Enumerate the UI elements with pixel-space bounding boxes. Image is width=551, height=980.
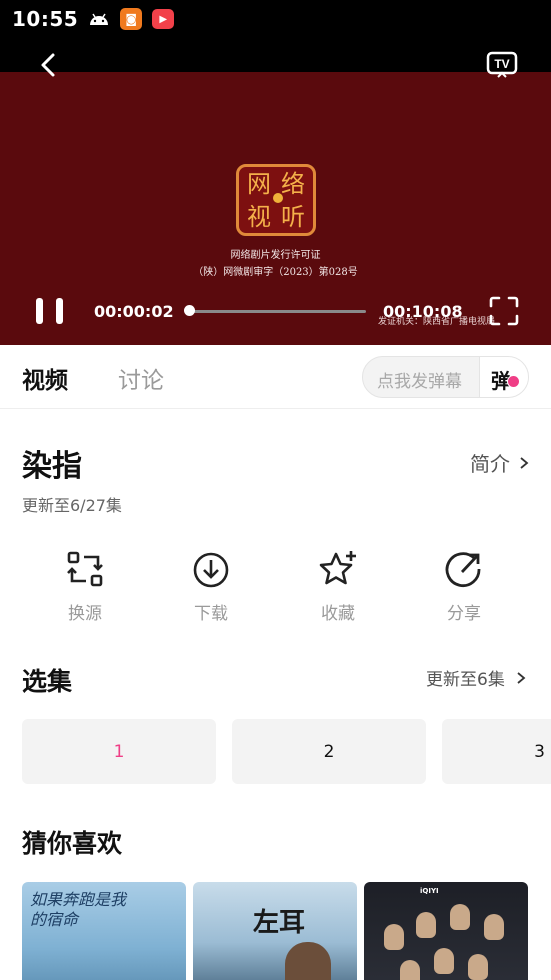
tv-app-icon: ▶ — [152, 9, 175, 29]
recommend-title: 猜你喜欢 — [22, 829, 123, 858]
progress-slider[interactable] — [188, 310, 366, 313]
episode-item[interactable]: 3 — [442, 719, 551, 784]
content-tabs: 视频 讨论 点我发弹幕 弹 — [0, 345, 551, 409]
recommend-poster[interactable]: iQIYI — [364, 882, 528, 980]
play-dot-icon — [273, 193, 283, 203]
pause-icon — [36, 298, 43, 324]
share-label: 分享 — [447, 604, 481, 624]
episode-item[interactable]: 1 — [22, 719, 216, 784]
intro-label: 简介 — [470, 452, 510, 476]
cast-tv-button[interactable]: TV — [486, 50, 518, 80]
pause-button[interactable] — [36, 298, 64, 326]
share-button[interactable]: 分享 — [424, 549, 504, 624]
episode-item[interactable]: 2 — [232, 719, 426, 784]
status-bar: 10:55 ◙ ▶ — [0, 0, 551, 38]
license-number: （陕）网微剧审字（2023）第028号 — [193, 267, 358, 278]
danmu-input[interactable]: 点我发弹幕 — [377, 367, 462, 392]
back-button[interactable] — [34, 50, 64, 80]
check-badge-icon — [507, 375, 520, 388]
current-time: 00:00:02 — [94, 302, 174, 321]
favorite-label: 收藏 — [321, 604, 355, 624]
switch-source-button[interactable]: 换源 — [45, 549, 125, 624]
danmu-box: 点我发弹幕 弹 — [362, 356, 529, 398]
svg-text:TV: TV — [494, 57, 509, 71]
favorite-star-icon — [319, 551, 356, 585]
poster-brand-badge: iQIYI — [420, 887, 439, 895]
player-controls: 00:00:02 00:10:08 — [0, 290, 551, 330]
video-player[interactable]: 网络 视听 网络剧片发行许可证 （陕）网微剧审字（2023）第028号 发证机关… — [0, 38, 551, 345]
switch-source-label: 换源 — [68, 604, 102, 624]
back-arrow-icon — [41, 53, 55, 77]
share-icon — [445, 552, 481, 588]
danmu-toggle-button[interactable]: 弹 — [479, 357, 528, 397]
tab-video[interactable]: 视频 — [22, 361, 68, 395]
download-button[interactable]: 下载 — [171, 549, 251, 624]
intro-link[interactable]: 简介 — [470, 448, 530, 477]
fullscreen-button[interactable] — [488, 295, 520, 327]
chevron-right-icon — [517, 671, 526, 684]
show-title: 染指 — [22, 449, 82, 484]
progress-knob[interactable] — [184, 305, 195, 316]
update-status: 更新至6/27集 — [22, 496, 122, 515]
poster-title-art: 如果奔跑是我的宿命 — [30, 890, 127, 929]
app-badge-icon: ◙ — [120, 8, 143, 30]
android-icon — [88, 12, 110, 26]
switch-source-icon — [67, 551, 103, 587]
download-label: 下载 — [194, 604, 228, 624]
status-time: 10:55 — [12, 7, 79, 31]
poster-title-art: 左耳 — [253, 908, 306, 938]
fullscreen-icon — [489, 296, 519, 326]
episodes-title: 选集 — [22, 667, 73, 696]
episodes-more-link[interactable]: 更新至6集 — [426, 665, 527, 690]
license-title: 网络剧片发行许可证 — [230, 250, 321, 261]
tv-cast-icon: TV — [486, 51, 518, 78]
license-seal-logo: 网络 视听 — [236, 164, 316, 236]
download-icon — [193, 552, 229, 588]
episodes-update-label: 更新至6集 — [426, 670, 505, 690]
total-time: 00:10:08 — [383, 302, 463, 321]
poster-person — [285, 942, 331, 980]
tab-discussion[interactable]: 讨论 — [118, 361, 164, 395]
recommend-poster[interactable]: 如果奔跑是我的宿命 — [22, 882, 186, 980]
favorite-button[interactable]: 收藏 — [298, 549, 378, 624]
chevron-right-icon — [520, 456, 529, 469]
recommend-poster[interactable]: 左耳 — [193, 882, 357, 980]
